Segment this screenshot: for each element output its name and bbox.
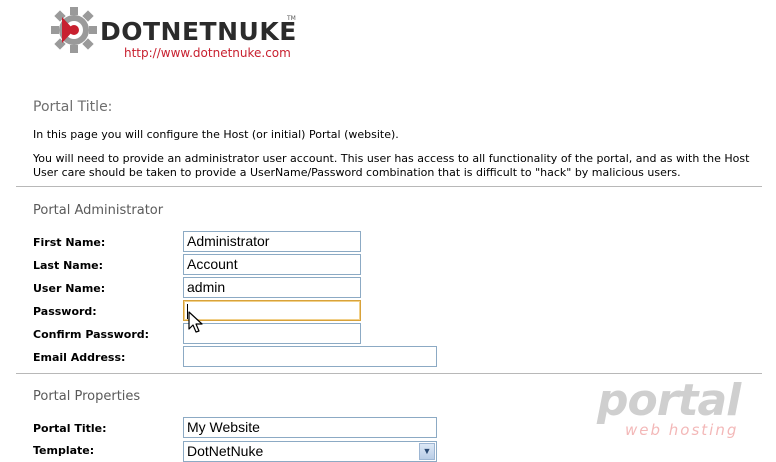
confirm-password-input[interactable] (183, 323, 361, 344)
confirm-password-label: Confirm Password: (33, 328, 150, 341)
mouse-pointer-icon (188, 311, 203, 333)
first-name-input[interactable]: Administrator (183, 231, 361, 252)
first-name-label: First Name: (33, 236, 106, 249)
gear-icon (51, 7, 97, 53)
email-input[interactable] (183, 346, 437, 367)
logo-url[interactable]: http://www.dotnetnuke.com (124, 46, 291, 60)
logo-trademark: TM (287, 15, 296, 22)
divider (16, 373, 762, 374)
chevron-down-icon[interactable]: ▼ (419, 443, 435, 460)
template-select[interactable]: DotNetNuke ▼ (183, 441, 437, 462)
dotnetnuke-logo: DOTNETNUKE TM http://www.dotnetnuke.com (48, 3, 308, 61)
last-name-label: Last Name: (33, 259, 104, 272)
last-name-input[interactable]: Account (183, 254, 361, 275)
portal-watermark: portal web hosting (595, 375, 755, 441)
password-label: Password: (33, 305, 97, 318)
template-selected-value: DotNetNuke (187, 443, 264, 459)
intro-text: In this page you will configure the Host… (33, 128, 399, 141)
email-label: Email Address: (33, 351, 126, 364)
section-title-admin: Portal Administrator (33, 203, 164, 218)
portal-title-input[interactable]: My Website (183, 417, 437, 438)
password-input[interactable] (183, 300, 361, 321)
user-name-label: User Name: (33, 282, 106, 295)
user-name-input[interactable]: admin (183, 277, 361, 298)
page-title: Portal Title: (33, 99, 113, 115)
divider (16, 186, 762, 187)
watermark-subtext: web hosting (625, 421, 739, 439)
template-label: Template: (33, 444, 95, 457)
portal-title-label: Portal Title: (33, 422, 107, 435)
logo-wordmark: DOTNETNUKE (100, 17, 297, 46)
section-title-properties: Portal Properties (33, 389, 141, 404)
description-text: You will need to provide an administrato… (33, 152, 750, 179)
watermark-word: portal (597, 375, 741, 426)
